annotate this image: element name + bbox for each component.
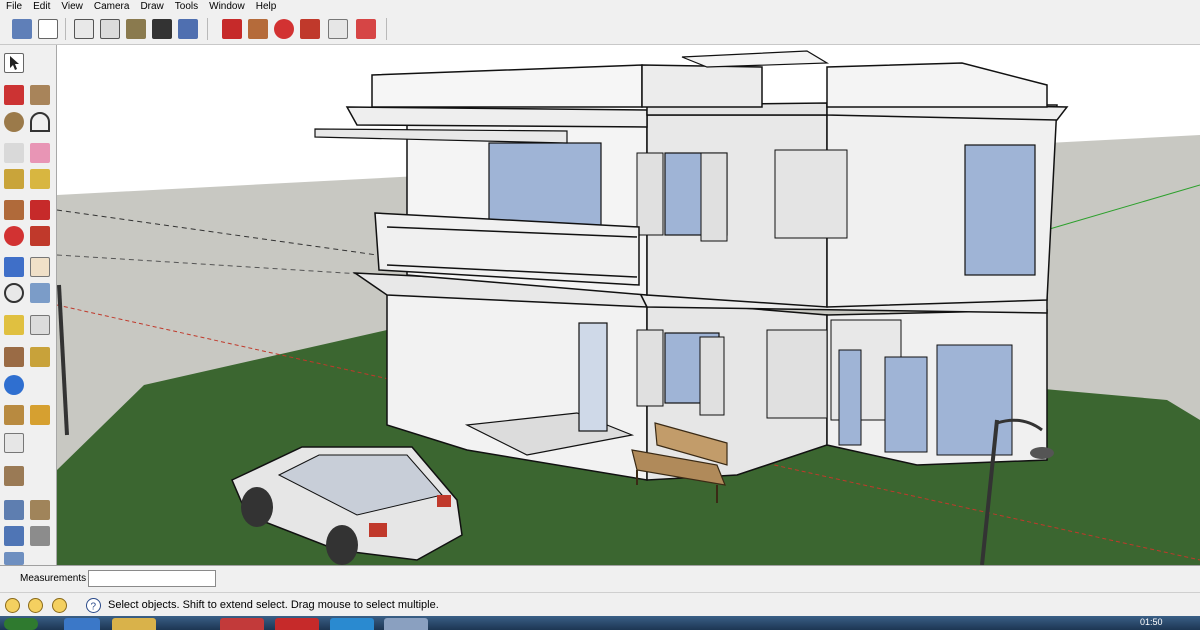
- walk-icon[interactable]: [4, 347, 24, 367]
- window-shutter: [766, 329, 828, 419]
- circle-icon[interactable]: [4, 112, 24, 132]
- menu-window[interactable]: Window: [203, 0, 250, 13]
- pushpull-icon[interactable]: [248, 19, 268, 39]
- glass-door: [884, 356, 928, 453]
- menu-file[interactable]: File: [0, 0, 27, 13]
- taskbar-app-skype[interactable]: [330, 618, 374, 630]
- materials-icon[interactable]: [30, 500, 50, 520]
- window-shutter: [636, 152, 664, 236]
- menu-view[interactable]: View: [55, 0, 88, 13]
- measurements-label: Measurements: [20, 573, 87, 584]
- pushpull-icon[interactable]: [4, 200, 24, 220]
- taskbar-app-chrome[interactable]: [220, 618, 264, 630]
- monochrome-style-icon[interactable]: [178, 19, 198, 39]
- taskbar-app-ie[interactable]: [64, 618, 100, 630]
- google-earth-icon[interactable]: [4, 375, 24, 395]
- back-view-icon[interactable]: [126, 19, 146, 39]
- rotate-icon[interactable]: [4, 226, 24, 246]
- status-message: Select objects. Shift to extend select. …: [108, 599, 439, 611]
- position-camera-icon[interactable]: [30, 347, 50, 367]
- outliner-icon[interactable]: [30, 526, 50, 546]
- followme-icon[interactable]: [300, 19, 320, 39]
- left-tool-palette: [0, 45, 57, 565]
- rectangle-icon[interactable]: [30, 85, 50, 105]
- geolocation-icon[interactable]: [5, 598, 20, 613]
- top-toolbar: [0, 13, 1200, 45]
- zoom-icon[interactable]: [4, 283, 24, 303]
- text-icon[interactable]: [30, 315, 50, 335]
- taskbar-app-paint[interactable]: [384, 618, 428, 630]
- roof-parapet: [371, 64, 643, 108]
- user-icon[interactable]: [52, 598, 67, 613]
- move-icon[interactable]: [222, 19, 242, 39]
- taskbar-app-explorer[interactable]: [112, 618, 156, 630]
- window-shutter: [699, 336, 725, 416]
- porch-door: [578, 322, 608, 432]
- iso-view-icon[interactable]: [12, 19, 32, 39]
- window-shutter: [700, 152, 728, 242]
- get-models-icon[interactable]: [4, 405, 24, 425]
- top-view-icon[interactable]: [38, 19, 58, 39]
- glass-door: [936, 344, 1013, 456]
- sandbox-icon[interactable]: [4, 466, 24, 486]
- move-icon[interactable]: [30, 200, 50, 220]
- select-icon[interactable]: [4, 53, 24, 73]
- arc-icon[interactable]: [30, 112, 50, 132]
- paint-bucket-icon[interactable]: [30, 169, 50, 189]
- offset-icon[interactable]: [356, 19, 376, 39]
- right-view-icon[interactable]: [100, 19, 120, 39]
- model-scene: [57, 50, 1200, 565]
- status-bar: ? Select objects. Shift to extend select…: [0, 592, 1200, 616]
- rotate-icon[interactable]: [274, 19, 294, 39]
- followme-icon[interactable]: [30, 226, 50, 246]
- taskbar: 01:50: [0, 616, 1200, 630]
- taskbar-app-sketchup[interactable]: [275, 618, 319, 630]
- tape-measure-icon[interactable]: [4, 169, 24, 189]
- roof-cornice: [345, 106, 648, 128]
- front-view-icon[interactable]: [74, 19, 94, 39]
- orbit-icon[interactable]: [4, 257, 24, 277]
- layers-icon[interactable]: [4, 526, 24, 546]
- components-icon[interactable]: [4, 500, 24, 520]
- eraser-icon[interactable]: [30, 143, 50, 163]
- menu-camera[interactable]: Camera: [88, 0, 135, 13]
- fog-icon[interactable]: [4, 552, 24, 565]
- measurements-bar: Measurements: [0, 565, 1200, 592]
- section-plane-icon[interactable]: [4, 433, 24, 453]
- line-icon[interactable]: [4, 85, 24, 105]
- scale-icon[interactable]: [328, 19, 348, 39]
- roof-parapet: [641, 64, 763, 108]
- model-viewport[interactable]: [57, 45, 1200, 565]
- left-view-icon[interactable]: [152, 19, 172, 39]
- zoom-extents-icon[interactable]: [30, 283, 50, 303]
- help-icon[interactable]: ?: [86, 598, 101, 613]
- credits-icon[interactable]: [28, 598, 43, 613]
- menu-draw[interactable]: Draw: [134, 0, 168, 13]
- menu-edit[interactable]: Edit: [27, 0, 55, 13]
- start-button[interactable]: [4, 618, 38, 630]
- menu-help[interactable]: Help: [250, 0, 282, 13]
- glass-door: [838, 349, 862, 446]
- svg-text:?: ?: [91, 602, 97, 613]
- make-component-icon[interactable]: [4, 143, 24, 163]
- menu-tools[interactable]: Tools: [169, 0, 203, 13]
- toolbar-separator: [207, 18, 208, 40]
- roof-parapet: [826, 62, 1048, 108]
- window-shutter: [636, 329, 664, 407]
- menu-bar: File Edit View Camera Draw Tools Window …: [0, 0, 1200, 13]
- upper-window: [488, 142, 602, 232]
- toolbar-separator: [65, 18, 66, 40]
- dimension-icon[interactable]: [4, 315, 24, 335]
- pan-icon[interactable]: [30, 257, 50, 277]
- share-model-icon[interactable]: [30, 405, 50, 425]
- window-shutter: [774, 149, 848, 239]
- taskbar-clock[interactable]: 01:50: [1140, 617, 1163, 627]
- measurements-field[interactable]: [88, 570, 216, 587]
- upper-window: [964, 144, 1036, 276]
- toolbar-separator: [386, 18, 387, 40]
- roof-top: [681, 50, 830, 68]
